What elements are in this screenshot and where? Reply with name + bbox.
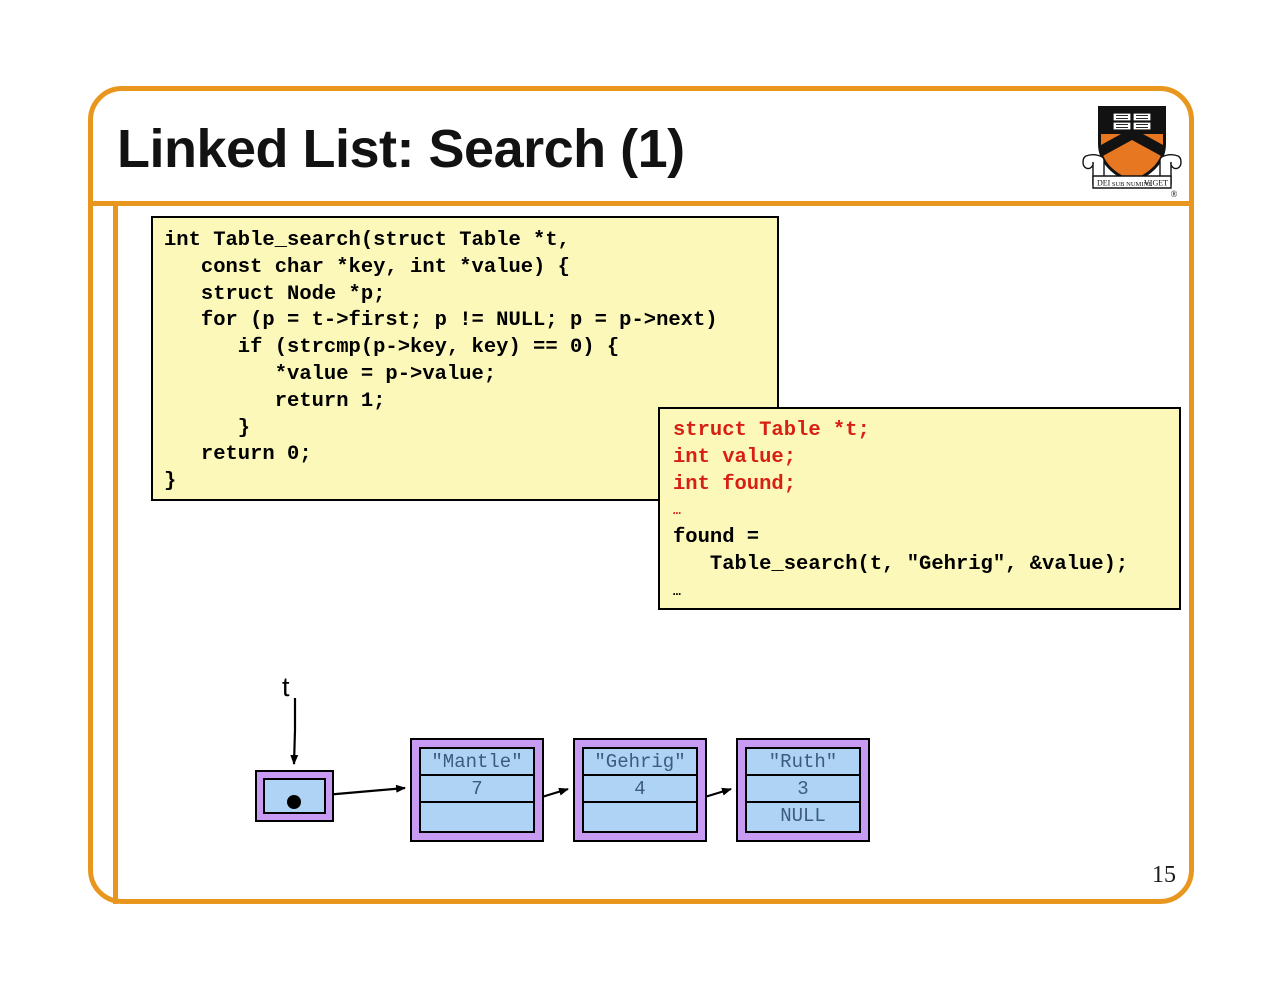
pointer-label-t: t [282, 672, 290, 702]
list-node: "Gehrig" 4 [573, 738, 707, 842]
code-line: if (strcmp(p->key, key) == 0) { [164, 336, 620, 360]
node-key: "Ruth" [747, 749, 859, 776]
registered-trademark-mark: ® [1171, 189, 1178, 199]
page-number: 15 [1152, 862, 1176, 888]
table-head-pointer-box [255, 770, 334, 822]
linked-list-diagram: t "Mantle" 7 "Gehrig" 4 "Ruth" 3 NULL [240, 660, 920, 860]
slide-title-divider [88, 201, 1194, 206]
client-code-block: struct Table *t; int value; int found; … fou… [658, 407, 1181, 610]
shield-icon: DEI SUB NUMINE VIGET ® [1082, 106, 1182, 199]
code-line: struct Node *p; [164, 282, 386, 306]
node-next: NULL [780, 805, 826, 827]
pointer-dot [287, 795, 301, 809]
list-node: "Mantle" 7 [410, 738, 544, 842]
princeton-shield-logo: DEI SUB NUMINE VIGET ® [1080, 100, 1184, 200]
code-line: int found; [673, 472, 797, 496]
node-key: "Gehrig" [584, 749, 696, 776]
node-value: 4 [584, 776, 696, 803]
list-node: "Ruth" 3 NULL [736, 738, 870, 842]
page-title: Linked List: Search (1) [117, 119, 685, 179]
code-line: const char *key, int *value) { [164, 255, 570, 279]
code-line: struct Table *t; [673, 419, 870, 442]
node-next [584, 803, 696, 830]
node-value: 7 [421, 776, 533, 803]
shield-motto-right: VIGET [1144, 179, 1168, 188]
code-line: int Table_search(struct Table *t, [164, 229, 570, 252]
slide-canvas: Linked List: Search (1) DEI SUB NUMINE V… [0, 0, 1280, 989]
code-line: … [673, 503, 682, 519]
code-line: int value; [673, 445, 797, 469]
code-line: … [673, 583, 682, 599]
code-line: for (p = t->first; p != NULL; p = p->nex… [164, 309, 718, 333]
table-head-pointer-cell [263, 778, 326, 814]
slide-inner-vertical-rule [113, 203, 118, 904]
code-line: *value = p->value; [164, 362, 497, 386]
node-value: 3 [747, 776, 859, 803]
code-line: Table_search(t, "Gehrig", &value); [673, 552, 1129, 576]
node-next [421, 803, 533, 830]
code-line: found = [673, 526, 760, 550]
shield-motto-left: DEI [1097, 179, 1111, 188]
node-key: "Mantle" [421, 749, 533, 776]
